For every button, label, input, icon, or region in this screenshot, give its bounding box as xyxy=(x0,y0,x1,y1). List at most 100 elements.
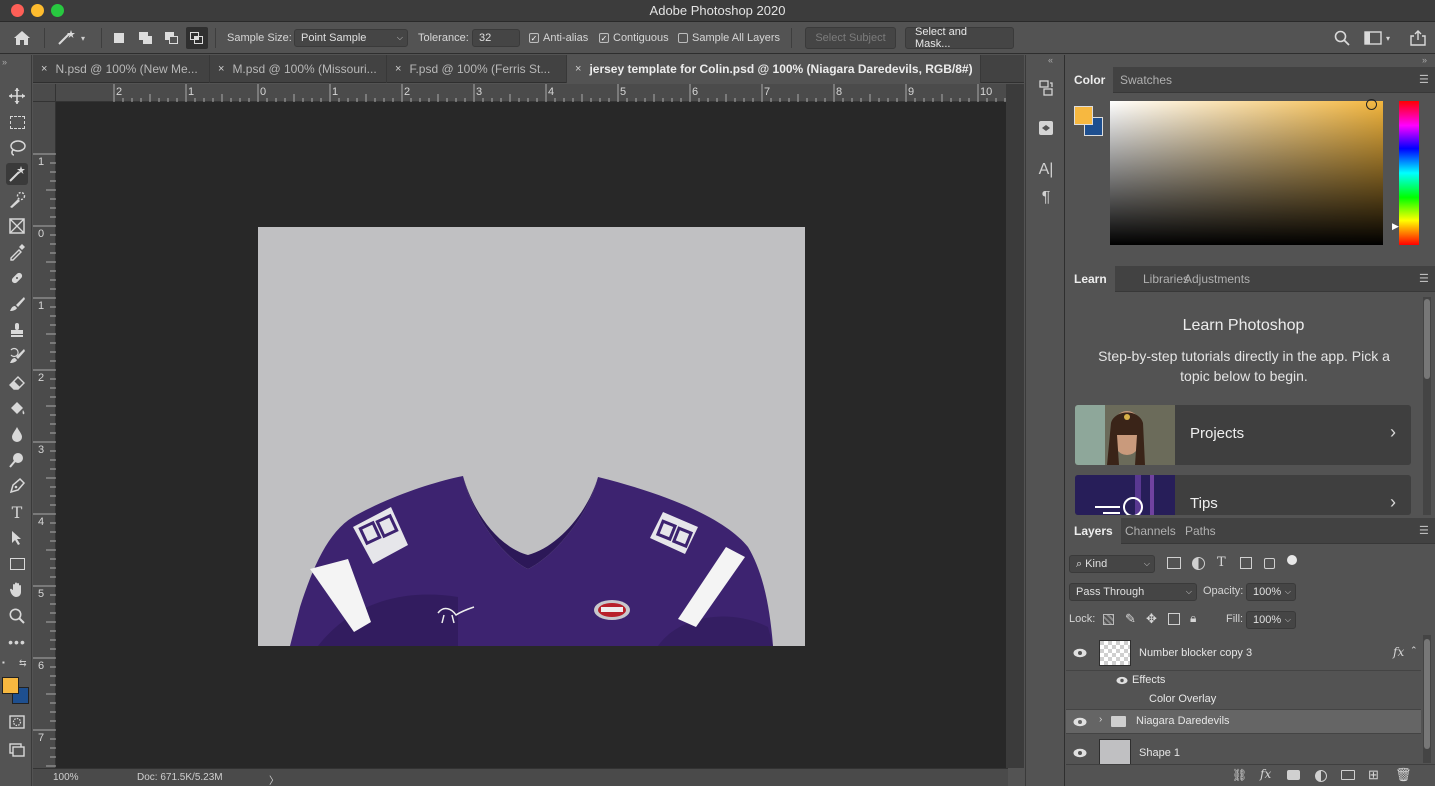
frame-tool[interactable] xyxy=(6,215,28,237)
layer-group-row[interactable]: › Niagara Daredevils xyxy=(1066,710,1421,734)
path-selection-tool[interactable] xyxy=(6,527,28,549)
sample-size-select[interactable]: Point Sample ⌵ xyxy=(294,22,408,54)
close-icon[interactable]: × xyxy=(41,63,47,75)
contiguous-checkbox[interactable]: ✓ Contiguous xyxy=(599,22,669,54)
rectangle-tool[interactable] xyxy=(6,553,28,575)
hue-slider-handle-icon[interactable]: ▶ xyxy=(1392,221,1399,232)
workspace-switcher[interactable]: ▾ xyxy=(1364,22,1390,54)
close-icon[interactable]: × xyxy=(575,63,581,75)
link-layers-icon[interactable]: ⛓︎ xyxy=(1232,768,1247,782)
fx-icon[interactable]: fx xyxy=(1393,645,1404,659)
search-button[interactable] xyxy=(1334,22,1350,54)
document-canvas[interactable] xyxy=(258,227,805,646)
lock-transparent-icon[interactable] xyxy=(1103,614,1114,625)
quick-selection-tool[interactable] xyxy=(6,189,28,211)
learn-card-projects[interactable]: Projects › xyxy=(1075,405,1411,465)
foreground-color-swatch[interactable] xyxy=(2,677,19,694)
tab-layers[interactable]: Layers xyxy=(1066,518,1121,544)
tab-color[interactable]: Color xyxy=(1066,67,1114,93)
add-style-icon[interactable]: fx xyxy=(1260,767,1271,781)
eye-icon[interactable] xyxy=(1072,715,1088,729)
move-tool[interactable] xyxy=(6,85,28,107)
add-to-selection-button[interactable] xyxy=(137,22,155,54)
tab-learn[interactable]: Learn xyxy=(1066,266,1115,292)
fill-input[interactable]: 100% ⌵ xyxy=(1246,611,1296,629)
color-field[interactable] xyxy=(1110,99,1383,245)
hand-tool[interactable] xyxy=(6,579,28,601)
blend-mode-select[interactable]: Pass Through ⌵ xyxy=(1069,583,1197,601)
tab-adjustments[interactable]: Adjustments xyxy=(1176,266,1258,292)
panel-menu-icon[interactable]: ☰ xyxy=(1419,272,1433,286)
ruler-origin[interactable] xyxy=(33,84,56,102)
add-mask-icon[interactable] xyxy=(1287,770,1300,780)
eyedropper-tool[interactable] xyxy=(6,241,28,263)
properties-panel-button[interactable] xyxy=(1035,117,1057,139)
tool-preset-picker[interactable]: ▾ xyxy=(56,22,85,54)
tab-channels[interactable]: Channels xyxy=(1117,518,1184,544)
type-tool[interactable]: T xyxy=(6,501,28,523)
select-subject-button[interactable]: Select Subject xyxy=(805,22,896,54)
panel-menu-icon[interactable]: ☰ xyxy=(1419,524,1433,538)
zoom-level[interactable]: 100% xyxy=(53,772,79,783)
eye-icon[interactable] xyxy=(1072,746,1088,760)
document-scrollbar[interactable] xyxy=(1006,84,1024,768)
chevron-up-icon[interactable]: ⌃ xyxy=(1410,645,1418,656)
close-icon[interactable]: × xyxy=(218,63,224,75)
dodge-tool[interactable] xyxy=(6,449,28,471)
lock-pixels-icon[interactable]: ✎ xyxy=(1125,611,1136,627)
collapse-panels-icon[interactable]: » xyxy=(1422,55,1427,65)
filter-smart-object-icon[interactable] xyxy=(1264,558,1275,569)
color-foreground-swatch[interactable] xyxy=(1074,106,1093,125)
tolerance-input[interactable]: 32 xyxy=(472,22,520,54)
eye-icon[interactable] xyxy=(1072,646,1088,660)
effect-row[interactable]: Color Overlay xyxy=(1066,690,1421,710)
effects-row[interactable]: Effects xyxy=(1066,671,1421,691)
share-button[interactable] xyxy=(1410,22,1426,54)
doc-tab-active[interactable]: × jersey template for Colin.psd @ 100% (N… xyxy=(567,55,981,83)
filter-adjustment-icon[interactable] xyxy=(1192,557,1205,570)
chevron-right-icon[interactable]: › xyxy=(1099,714,1102,725)
layers-scrollbar[interactable] xyxy=(1423,635,1431,763)
tab-paths[interactable]: Paths xyxy=(1177,518,1224,544)
magic-wand-tool[interactable] xyxy=(6,163,28,185)
history-panel-button[interactable] xyxy=(1035,77,1057,99)
swap-colors-icon[interactable]: ⇆ xyxy=(19,658,27,669)
sample-all-layers-checkbox[interactable]: Sample All Layers xyxy=(678,22,780,54)
learn-scrollbar[interactable] xyxy=(1423,297,1431,515)
home-button[interactable] xyxy=(12,22,32,54)
lock-artboard-icon[interactable] xyxy=(1168,613,1180,625)
new-adjustment-layer-icon[interactable] xyxy=(1315,770,1327,782)
vertical-ruler[interactable]: 1 0 1 2 3 4 5 6 7 xyxy=(33,102,56,768)
close-icon[interactable]: × xyxy=(395,63,401,75)
paragraph-panel-button[interactable]: ¶ xyxy=(1035,187,1057,209)
hue-slider[interactable] xyxy=(1399,101,1419,245)
history-brush-tool[interactable] xyxy=(6,345,28,367)
layer-filter-select[interactable]: ⌕ Kind ⌵ xyxy=(1069,555,1155,573)
select-and-mask-button[interactable]: Select and Mask... xyxy=(905,22,1014,54)
panel-menu-icon[interactable]: ☰ xyxy=(1419,73,1433,87)
screen-mode-button[interactable] xyxy=(6,738,28,760)
brush-tool[interactable] xyxy=(6,293,28,315)
delete-layer-icon[interactable]: 🗑︎ xyxy=(1395,767,1412,783)
paint-bucket-tool[interactable] xyxy=(6,397,28,419)
blur-tool[interactable] xyxy=(6,423,28,445)
learn-card-tips[interactable]: Tips › xyxy=(1075,475,1411,515)
collapse-toolbar-icon[interactable]: » xyxy=(2,57,7,67)
default-colors-icon[interactable]: ▪ xyxy=(2,658,5,667)
more-tools-button[interactable]: ••• xyxy=(6,631,28,653)
quick-mask-button[interactable] xyxy=(6,711,28,733)
status-menu-arrow-icon[interactable]: 〉 xyxy=(269,772,279,786)
intersect-selection-button[interactable] xyxy=(186,22,208,54)
filter-shape-icon[interactable] xyxy=(1240,557,1252,569)
color-picker-cursor[interactable] xyxy=(1366,99,1377,110)
zoom-tool[interactable] xyxy=(6,605,28,627)
collapse-dock-icon[interactable]: « xyxy=(1048,55,1053,65)
opacity-input[interactable]: 100% ⌵ xyxy=(1246,583,1296,601)
anti-alias-checkbox[interactable]: ✓ Anti-alias xyxy=(529,22,588,54)
learn-scrollbar-thumb[interactable] xyxy=(1424,299,1430,379)
character-panel-button[interactable]: A| xyxy=(1035,159,1057,181)
doc-tab[interactable]: × N.psd @ 100% (New Me... xyxy=(33,55,210,83)
filter-pixel-icon[interactable] xyxy=(1167,557,1181,569)
layer-row[interactable]: Number blocker copy 3 fx ⌃ xyxy=(1066,635,1421,671)
horizontal-ruler[interactable]: 2 1 0 1 2 3 4 5 6 7 8 9 10 xyxy=(56,84,1008,102)
